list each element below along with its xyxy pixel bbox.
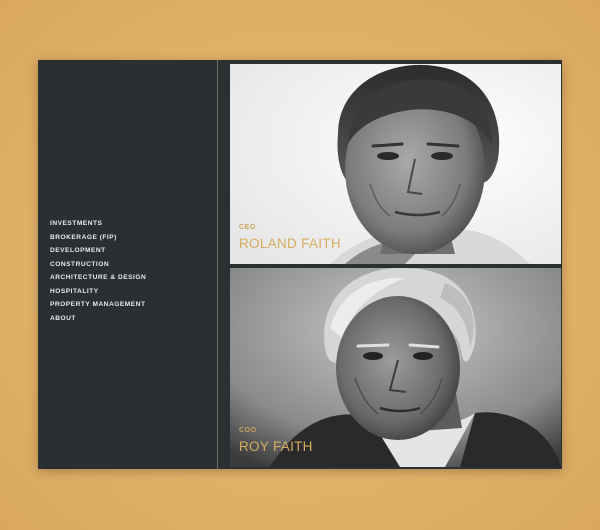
caption-coo: COO ROY FAITH: [239, 427, 313, 454]
site-frame: INVESTMENTS BROKERAGE (FIP) DEVELOPMENT …: [38, 60, 562, 469]
caption-ceo: CEO ROLAND FAITH: [239, 224, 341, 251]
person-card-ceo[interactable]: CEO ROLAND FAITH: [230, 64, 561, 264]
main-nav: INVESTMENTS BROKERAGE (FIP) DEVELOPMENT …: [50, 217, 146, 325]
nav-item-architecture-design[interactable]: ARCHITECTURE & DESIGN: [50, 271, 146, 285]
nav-item-hospitality[interactable]: HOSPITALITY: [50, 285, 146, 299]
sidebar: INVESTMENTS BROKERAGE (FIP) DEVELOPMENT …: [38, 60, 217, 469]
role-label: COO: [239, 427, 257, 434]
sidebar-divider: [217, 60, 218, 469]
role-label: CEO: [239, 224, 256, 231]
person-card-coo[interactable]: COO ROY FAITH: [230, 268, 561, 467]
nav-item-construction[interactable]: CONSTRUCTION: [50, 258, 146, 272]
nav-item-property-management[interactable]: PROPERTY MANAGEMENT: [50, 298, 146, 312]
nav-item-investments[interactable]: INVESTMENTS: [50, 217, 146, 231]
person-name: ROY FAITH: [239, 439, 313, 454]
nav-item-about[interactable]: ABOUT: [50, 312, 146, 326]
nav-item-development[interactable]: DEVELOPMENT: [50, 244, 146, 258]
nav-item-brokerage[interactable]: BROKERAGE (FIP): [50, 231, 146, 245]
person-name: ROLAND FAITH: [239, 236, 341, 251]
